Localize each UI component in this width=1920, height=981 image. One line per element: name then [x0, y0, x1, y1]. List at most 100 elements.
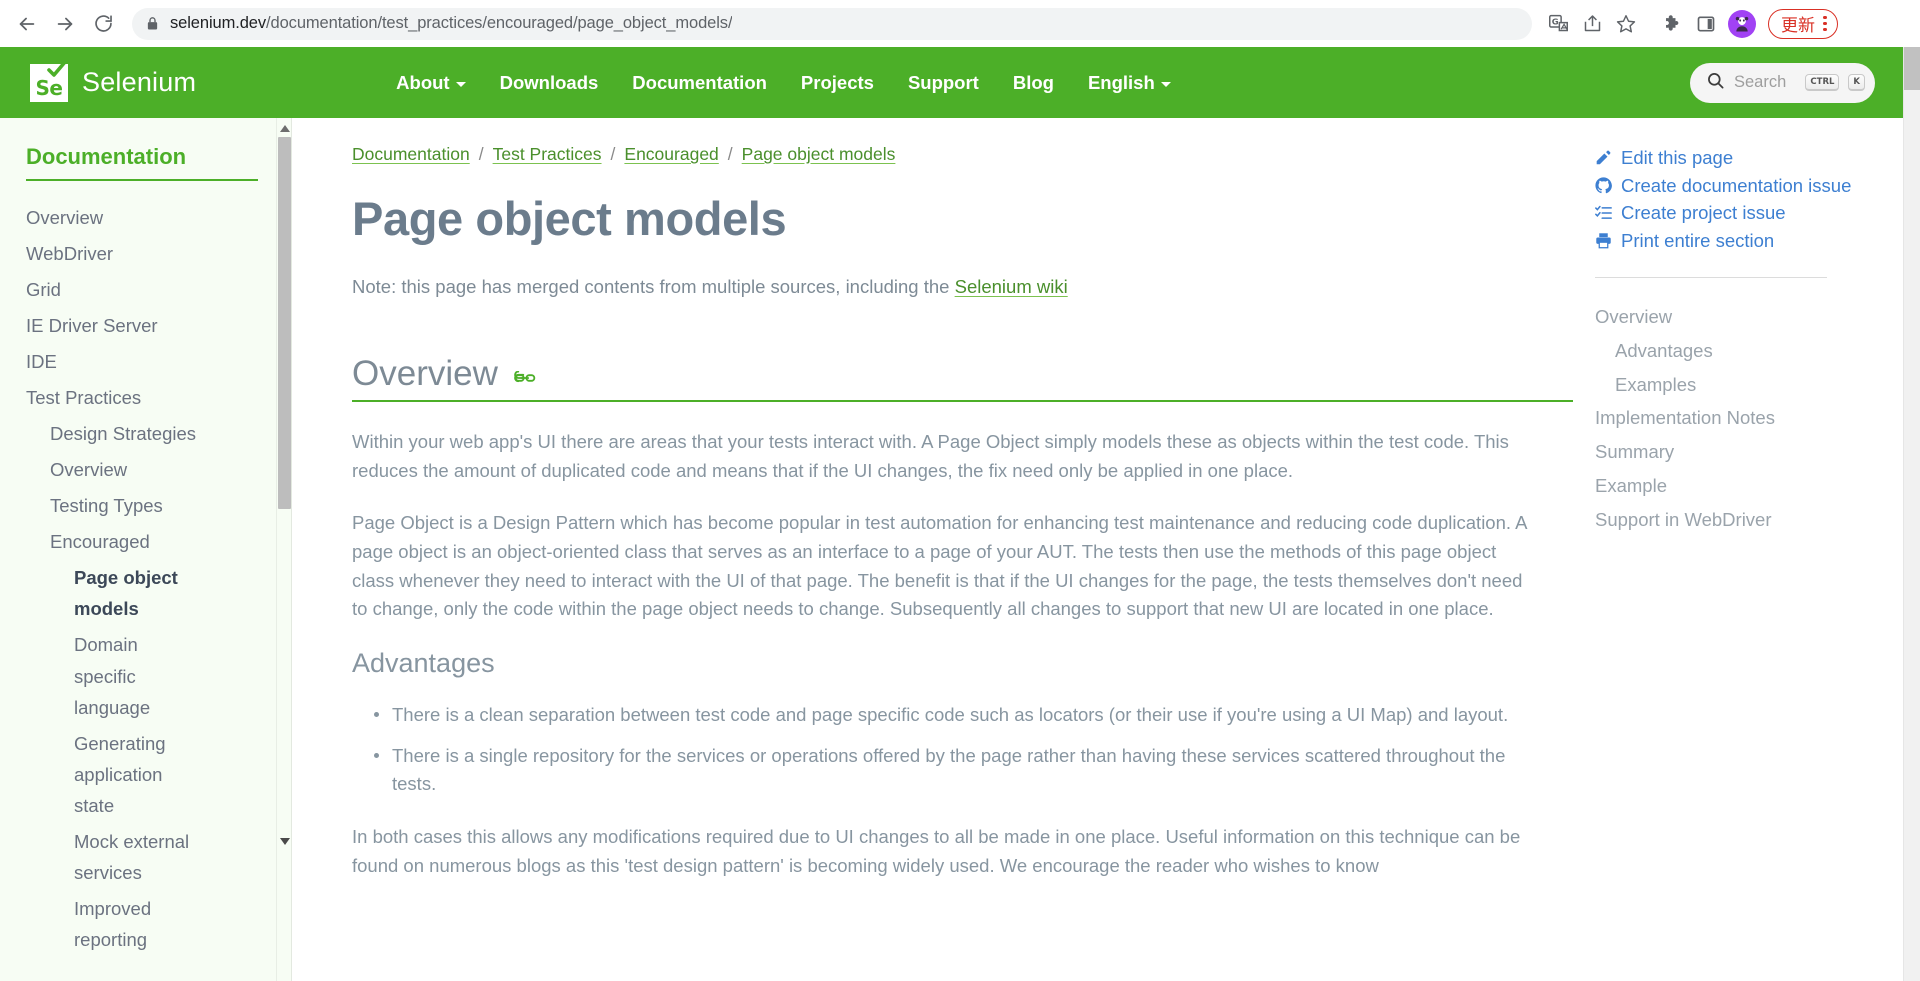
sidebar-item-mock-external-services[interactable]: Mock external services [26, 823, 191, 890]
sidebar-item-ie-driver-server[interactable]: IE Driver Server [26, 307, 291, 343]
share-icon[interactable] [1576, 8, 1608, 40]
brand-logo-link[interactable]: Se Selenium [30, 60, 197, 102]
breadcrumb-encouraged[interactable]: Encouraged [624, 144, 718, 165]
search-input[interactable]: Search CTRL K [1690, 62, 1875, 103]
toc-item-advantages[interactable]: Advantages [1595, 334, 1903, 368]
scroll-down-arrow-icon[interactable] [277, 833, 291, 849]
main-content: Documentation / Test Practices / Encoura… [292, 118, 1573, 981]
nav-item-blog[interactable]: Blog [1013, 72, 1054, 94]
toc-item-overview[interactable]: Overview [1595, 300, 1903, 334]
address-bar[interactable]: selenium.dev/documentation/test_practice… [132, 7, 1532, 40]
nav-label: About [396, 71, 450, 93]
toc-item-support-in-webdriver[interactable]: Support in WebDriver [1595, 504, 1903, 538]
lock-icon [146, 16, 159, 31]
sidebar-item-overview-sub[interactable]: Overview [26, 452, 291, 488]
edit-this-page-link[interactable]: Edit this page [1595, 146, 1903, 171]
sidebar-item-page-object-models[interactable]: Page object models [26, 560, 191, 627]
forward-arrow-icon[interactable] [48, 7, 82, 41]
url-path: /documentation/test_practices/encouraged… [266, 14, 733, 32]
sidebar-item-testing-types[interactable]: Testing Types [26, 488, 291, 524]
page-body: Documentation Overview WebDriver Grid IE… [0, 118, 1903, 981]
sidebar-scrollbar[interactable] [276, 118, 291, 981]
nav-label: Projects [800, 71, 874, 93]
back-arrow-icon[interactable] [10, 7, 44, 41]
nav-label: Documentation [632, 71, 767, 93]
print-entire-section-link[interactable]: Print entire section [1595, 229, 1903, 254]
link-label: Create project issue [1621, 202, 1786, 224]
toolbar-icon-group: G 更新 [1542, 8, 1838, 40]
site-header: Se Selenium About Downloads Documentatio… [0, 47, 1903, 118]
breadcrumb-documentation[interactable]: Documentation [352, 144, 470, 165]
toc-item-implementation-notes[interactable]: Implementation Notes [1595, 402, 1903, 436]
brand-name: Selenium [82, 67, 197, 97]
left-sidebar: Documentation Overview WebDriver Grid IE… [0, 118, 292, 981]
profile-avatar-icon[interactable] [1728, 9, 1756, 38]
kbd-ctrl: CTRL [1805, 74, 1840, 91]
scroll-up-arrow-icon[interactable] [277, 120, 291, 136]
note-text: Note: this page has merged contents from… [352, 276, 955, 297]
selenium-logo-text: Se [35, 75, 63, 100]
sidebar-item-ide[interactable]: IDE [26, 343, 291, 379]
main-navigation: About Downloads Documentation Projects S… [396, 72, 1171, 94]
page-scrollbar-thumb[interactable] [1904, 47, 1920, 90]
sidebar-scrollbar-thumb[interactable] [278, 137, 291, 509]
toc-item-summary[interactable]: Summary [1595, 436, 1903, 470]
sidebar-item-webdriver[interactable]: WebDriver [26, 235, 291, 271]
create-documentation-issue-link[interactable]: Create documentation issue [1595, 174, 1903, 199]
sidebar-item-test-practices[interactable]: Test Practices [26, 379, 291, 415]
kebab-menu-icon[interactable] [1819, 15, 1831, 32]
sidebar-item-grid[interactable]: Grid [26, 271, 291, 307]
url-host: selenium.dev [170, 14, 267, 32]
breadcrumb-separator: / [727, 144, 733, 164]
create-project-issue-link[interactable]: Create project issue [1595, 201, 1903, 226]
edit-pencil-icon [1595, 149, 1614, 166]
github-icon [1595, 177, 1614, 194]
nav-item-language[interactable]: English [1088, 72, 1171, 94]
sidebar-item-design-strategies[interactable]: Design Strategies [26, 415, 291, 451]
sidebar-item-domain-specific-language[interactable]: Domain specific language [26, 627, 191, 725]
page-viewport: Se Selenium About Downloads Documentatio… [0, 47, 1920, 981]
right-sidebar-divider [1595, 277, 1827, 279]
nav-item-documentation[interactable]: Documentation [632, 72, 767, 94]
svg-text:G: G [1551, 16, 1558, 26]
link-anchor-icon[interactable] [514, 354, 537, 394]
sidebar-item-encouraged[interactable]: Encouraged [26, 524, 291, 560]
section-heading-advantages: Advantages [352, 648, 495, 679]
extensions-puzzle-icon[interactable] [1656, 8, 1688, 40]
side-panel-icon[interactable] [1690, 8, 1722, 40]
update-label: 更新 [1781, 16, 1815, 36]
kbd-k: K [1848, 74, 1865, 91]
sidebar-item-generating-application-state[interactable]: Generating application state [26, 725, 191, 823]
sidebar-item-improved-reporting[interactable]: Improved reporting [26, 891, 191, 958]
translate-icon[interactable]: G [1542, 8, 1574, 40]
merged-sources-note: Note: this page has merged contents from… [352, 276, 1573, 298]
sidebar-title: Documentation [26, 144, 187, 169]
chevron-down-icon [455, 81, 466, 87]
page-title: Page object models [352, 192, 787, 245]
sidebar-item-overview[interactable]: Overview [26, 199, 291, 235]
advantages-paragraph: In both cases this allows any modificati… [352, 826, 1521, 876]
toc-item-example[interactable]: Example [1595, 470, 1903, 504]
breadcrumb-page-object-models[interactable]: Page object models [742, 144, 896, 165]
selenium-logo-icon: Se [30, 60, 68, 102]
reload-icon[interactable] [86, 7, 120, 41]
overview-paragraph-1: Within your web app's UI there are areas… [352, 431, 1509, 481]
nav-item-about[interactable]: About [396, 71, 466, 94]
nav-item-projects[interactable]: Projects [801, 72, 874, 94]
page-scrollbar[interactable] [1903, 47, 1920, 981]
heading-text: Overview [352, 354, 498, 393]
browser-toolbar: selenium.dev/documentation/test_practice… [0, 0, 1920, 47]
search-icon [1706, 71, 1725, 95]
search-placeholder: Search [1734, 73, 1787, 91]
toc-item-examples[interactable]: Examples [1595, 368, 1903, 402]
update-button[interactable]: 更新 [1768, 8, 1838, 39]
bookmark-star-icon[interactable] [1610, 8, 1642, 40]
nav-item-downloads[interactable]: Downloads [500, 72, 599, 94]
table-of-contents: Overview Advantages Examples Implementat… [1595, 300, 1903, 537]
selenium-wiki-link[interactable]: Selenium wiki [955, 276, 1068, 297]
link-label: Edit this page [1621, 147, 1734, 168]
nav-item-support[interactable]: Support [908, 72, 979, 94]
right-sidebar: Edit this page Create documentation issu… [1573, 118, 1903, 981]
breadcrumb-test-practices[interactable]: Test Practices [493, 144, 602, 165]
nav-label: English [1087, 71, 1155, 93]
